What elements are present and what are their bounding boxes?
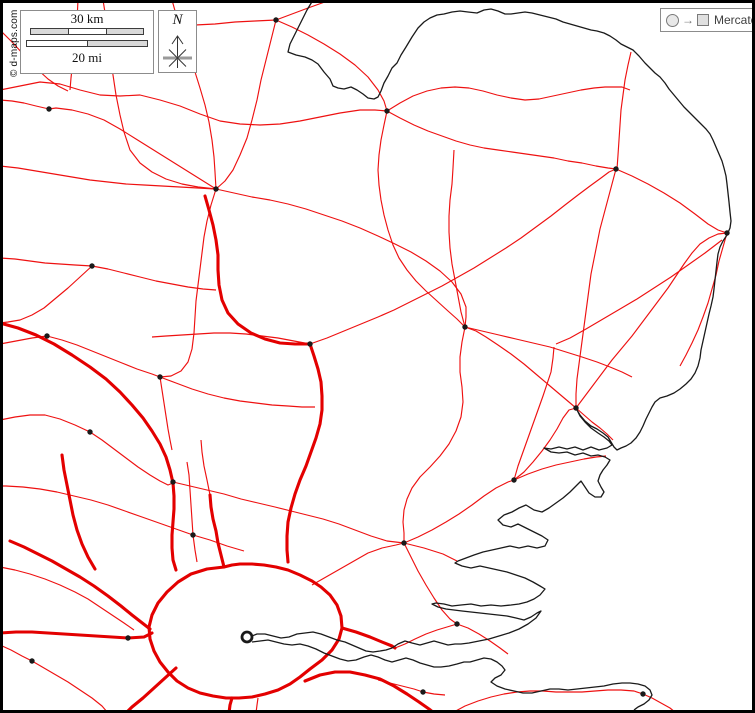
road-path [0, 336, 315, 407]
town-dot [213, 186, 218, 191]
coastline-path [252, 0, 731, 652]
compass-icon [160, 28, 195, 70]
scale-mi-seg2 [87, 41, 147, 46]
town-dot [454, 621, 459, 626]
scale-km-seg1 [31, 29, 68, 34]
road-path [576, 233, 727, 408]
motorway-path [10, 541, 150, 629]
town-dot [125, 635, 130, 640]
town-dot [44, 333, 49, 338]
road-path [680, 233, 727, 366]
town-dot [89, 263, 94, 268]
scale-km-seg2 [68, 29, 106, 34]
road-path [403, 327, 465, 543]
scale-bar-km [30, 28, 144, 35]
road-path [216, 20, 276, 189]
motorway-path [126, 668, 176, 713]
road-path [556, 240, 722, 344]
town-dot [613, 166, 618, 171]
road-path [216, 189, 466, 327]
town-dot [420, 689, 425, 694]
road-path [0, 166, 216, 189]
town-dot [401, 540, 406, 545]
town-dot [46, 106, 51, 111]
town-dot [724, 230, 729, 235]
motorway-path [342, 628, 395, 648]
town-dot [462, 324, 467, 329]
road-path [387, 87, 630, 111]
road-path [276, 20, 387, 111]
road-path [616, 169, 727, 233]
road-path [617, 52, 631, 169]
town-dot [170, 479, 175, 484]
road-path [0, 266, 92, 323]
road-path [378, 111, 465, 327]
road-path [160, 377, 172, 450]
motorway-path [62, 455, 95, 569]
motorway-path [205, 196, 322, 562]
road-path [193, 535, 197, 562]
north-arrow-box: N [158, 10, 197, 73]
town-dot [640, 691, 645, 696]
town-dot [511, 477, 516, 482]
road-path [0, 645, 108, 713]
projected-square-icon [697, 14, 709, 26]
road-path [195, 0, 330, 25]
town-dot [157, 374, 162, 379]
town-dot [190, 532, 195, 537]
scale-km-label: 30 km [21, 11, 153, 26]
scale-mi-seg1 [27, 41, 87, 46]
town-dot [87, 429, 92, 434]
projection-box: → Mercator [660, 8, 755, 32]
town-dot [273, 17, 278, 22]
capital-city-marker [242, 632, 252, 642]
projection-label: Mercator [712, 13, 755, 27]
road-path [0, 82, 387, 125]
road-path [465, 327, 576, 408]
road-path [0, 567, 134, 630]
road-path [449, 150, 465, 327]
motorway-path [0, 323, 176, 570]
town-dot [307, 341, 312, 346]
road-path [187, 462, 193, 535]
scale-bar-box: 30 km 20 mi [20, 10, 154, 74]
map-page: 30 km 20 mi N → Mercator © d-maps.com [0, 0, 755, 713]
copyright-text: © d-maps.com [9, 9, 20, 77]
motorway-path [210, 495, 224, 567]
road-path [576, 408, 613, 440]
road-path [256, 698, 258, 713]
road-path [0, 486, 193, 535]
motorway-path [229, 698, 232, 713]
globe-circle-icon [666, 14, 679, 27]
scale-mi-label: 20 mi [21, 50, 153, 65]
road-path [201, 440, 210, 495]
scale-bar-mi [26, 40, 148, 47]
town-dot [29, 658, 34, 663]
road-path [0, 258, 216, 290]
road-path [404, 543, 457, 624]
road-path [576, 169, 616, 408]
town-dot [573, 405, 578, 410]
town-dot [384, 108, 389, 113]
motorway-path [305, 672, 434, 713]
road-path [387, 111, 616, 169]
map-canvas [0, 0, 755, 713]
coastline-path [252, 640, 652, 710]
scale-km-seg3 [106, 29, 143, 34]
arrow-right-icon: → [682, 14, 694, 26]
road-path [465, 327, 632, 377]
road-path [312, 408, 576, 585]
road-path [0, 100, 216, 189]
north-label: N [159, 12, 196, 28]
